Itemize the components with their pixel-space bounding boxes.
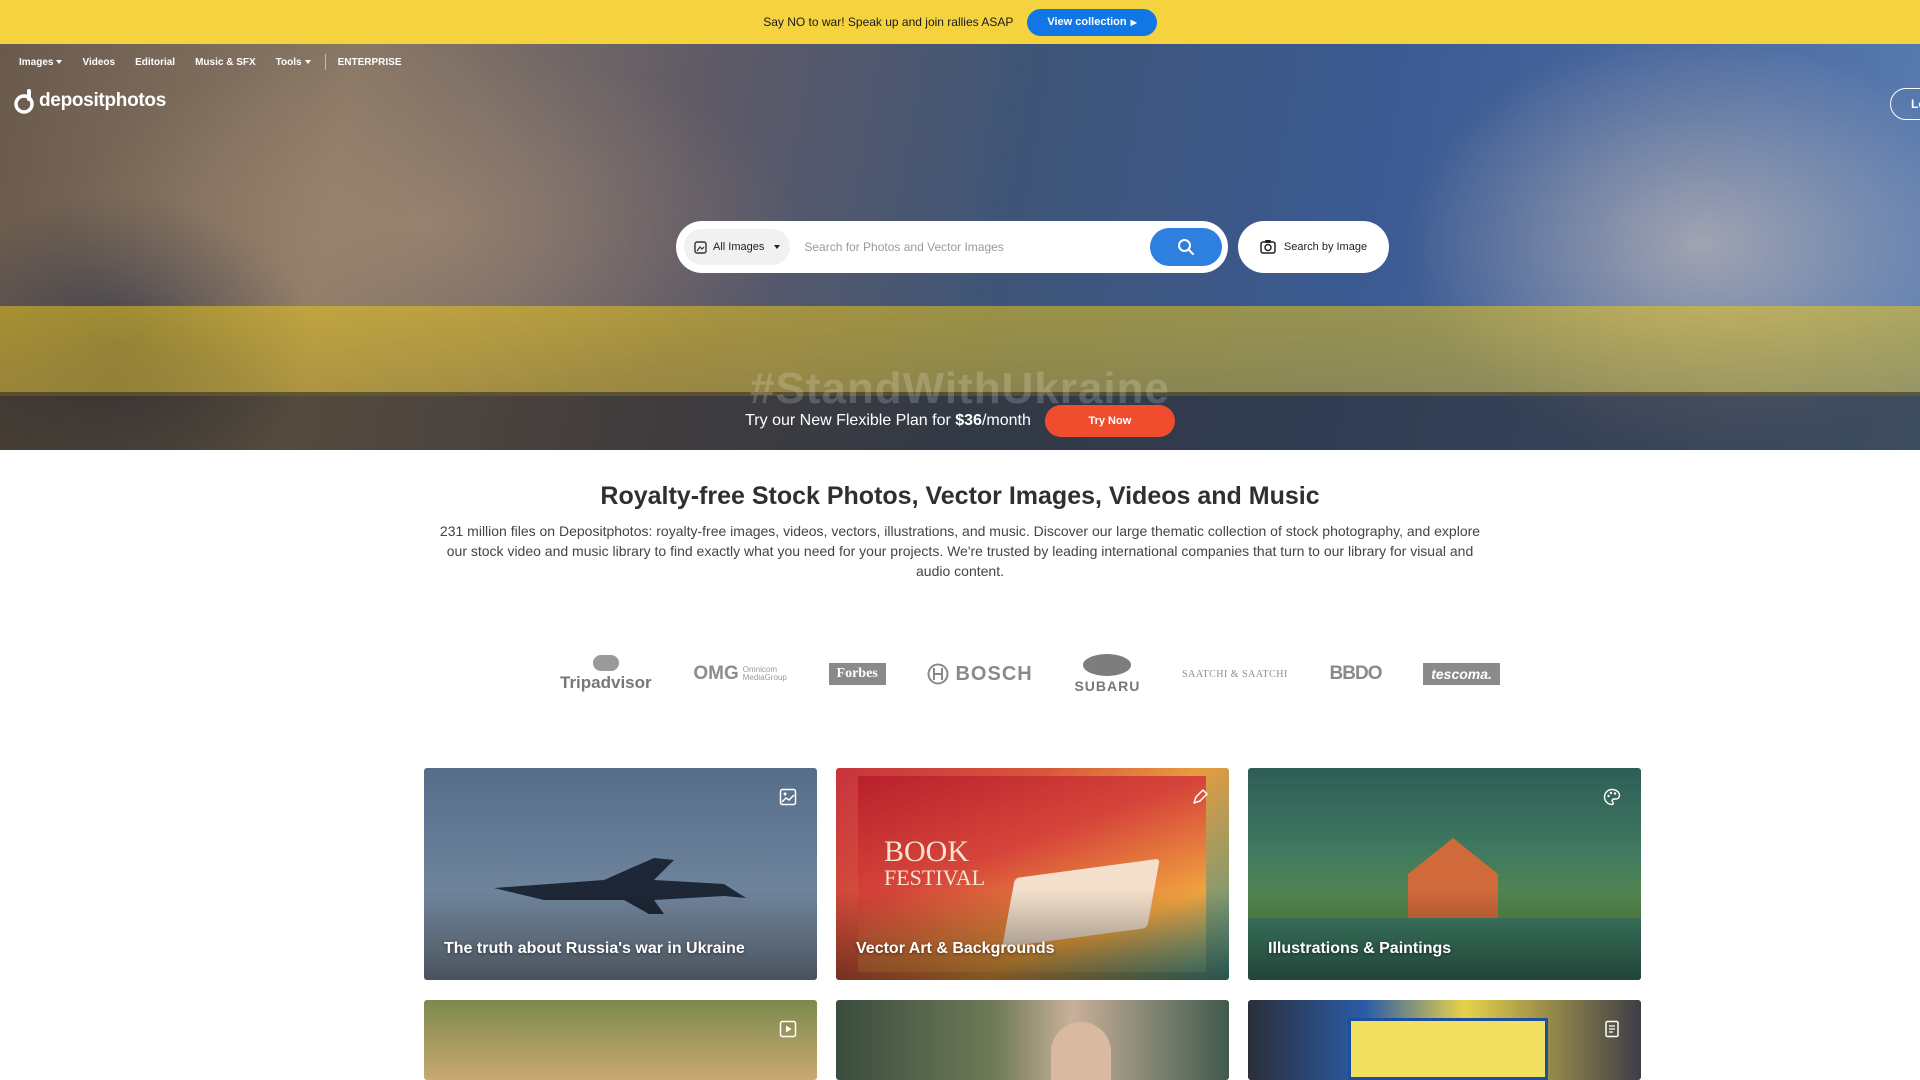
palette-icon [1603,788,1621,806]
main-nav: Images Videos Editorial Music & SFX Tool… [19,54,422,70]
search-type-label: All Images [713,241,765,253]
bosch-armature-icon [927,663,949,685]
tripadvisor-logo: Tripadvisor [560,650,652,698]
announcement-text: Say NO to war! Speak up and join rallies… [763,15,1014,29]
card-gradient [424,890,817,980]
category-card[interactable] [424,1000,817,1080]
promo-text-suffix: /month [981,412,1031,429]
omg-logo: OMG Omnicom MediaGroup [693,650,786,698]
intro-description: 231 million files on Depositphotos: roya… [439,523,1481,579]
client-logos: Tripadvisor OMG Omnicom MediaGroup Forbes… [560,650,1500,698]
nav-label: ENTERPRISE [337,56,402,68]
protest-sign-image [1348,1018,1548,1080]
nav-label: Videos [82,56,116,68]
card-label: Illustrations & Paintings [1268,940,1452,957]
chevron-down-icon [774,245,781,249]
depositphotos-logo-icon [14,89,34,114]
card-label: The truth about Russia's war in Ukraine [444,940,745,957]
category-card[interactable]: The truth about Russia's war in Ukraine [424,768,817,980]
nav-label: Images [19,56,54,68]
subaru-logo: SUBARU [1074,650,1140,698]
brand-name: OMG [693,663,739,684]
category-card[interactable] [836,1000,1229,1080]
nav-enterprise[interactable]: ENTERPRISE [338,57,402,68]
view-collection-button[interactable]: View collection ▶ [1027,8,1157,36]
search-bar: All Images [676,221,1228,273]
book-festival-art-text: BOOK FESTIVAL [884,835,986,890]
promo-text-prefix: Try our New Flexible Plan for [745,412,956,429]
subaru-stars-icon [1083,654,1132,676]
editorial-icon [1605,1020,1619,1038]
search-icon [1178,239,1194,255]
image-icon [779,788,797,806]
nav-editorial[interactable]: Editorial [135,57,175,68]
search-button[interactable] [1150,228,1222,266]
promo-price: $36 [955,412,982,429]
search-type-dropdown[interactable]: All Images [684,229,791,265]
category-card[interactable]: BOOK FESTIVAL Vector Art & Backgrounds [836,768,1229,980]
tescoma-logo: tescoma. [1423,663,1500,685]
card-gradient [836,890,1229,980]
nav-videos[interactable]: Videos [82,57,115,68]
site-logo[interactable]: depositphotos [14,88,166,114]
bosch-logo: BOSCH [927,650,1032,698]
card-label: Vector Art & Backgrounds [856,940,1055,957]
nav-tools[interactable]: Tools [276,57,311,68]
pen-icon [1193,789,1208,804]
brand-name: Tripadvisor [560,673,652,692]
brand-name: BOSCH [955,662,1033,685]
search-by-image-label: Search by Image [1283,241,1368,253]
logo-text: depositphotos [39,90,166,111]
nav-images[interactable]: Images [19,56,63,68]
category-card[interactable]: Illustrations & Paintings [1248,768,1641,980]
promo-row: Try our New Flexible Plan for $36/month … [0,405,1920,437]
search-by-image-button[interactable]: Search by Image [1238,221,1389,273]
intro-section: Royalty-free Stock Photos, Vector Images… [0,482,1920,581]
try-now-button[interactable]: Try Now [1044,405,1175,437]
nav-label: Tools [275,56,302,68]
card-gradient [1248,890,1641,980]
play-arrow-icon: ▶ [1130,17,1137,27]
chevron-down-icon [304,60,311,64]
login-button[interactable]: Lo [1890,88,1920,120]
announcement-bar: Say NO to war! Speak up and join rallies… [0,0,1920,44]
brand-name: SUBARU [1074,678,1141,694]
nav-divider [324,54,326,70]
promo-text: Try our New Flexible Plan for $36/month [745,412,1031,430]
search-input[interactable] [790,229,1150,265]
play-icon [779,1020,797,1038]
hero-banner: #StandWithUkraine Images Videos Editoria… [0,44,1920,450]
saatchi-logo: SAATCHI & SAATCHI [1182,668,1288,680]
camera-search-icon [1260,240,1276,254]
image-type-icon [694,240,707,254]
brand-subtitle: MediaGroup [742,673,787,682]
nav-music-sfx[interactable]: Music & SFX [195,57,256,68]
login-label: Lo [1911,97,1920,111]
bbdo-logo: BBDO [1329,663,1383,684]
category-card[interactable] [1248,1000,1641,1080]
page-title: Royalty-free Stock Photos, Vector Images… [600,482,1320,510]
nav-label: Editorial [135,56,176,68]
chevron-down-icon [56,60,63,64]
view-collection-label: View collection [1047,16,1127,28]
woman-portrait-image [1051,1022,1111,1080]
nav-label: Music & SFX [195,56,256,68]
forbes-logo: Forbes [828,663,886,685]
tripadvisor-owl-icon [592,655,619,671]
